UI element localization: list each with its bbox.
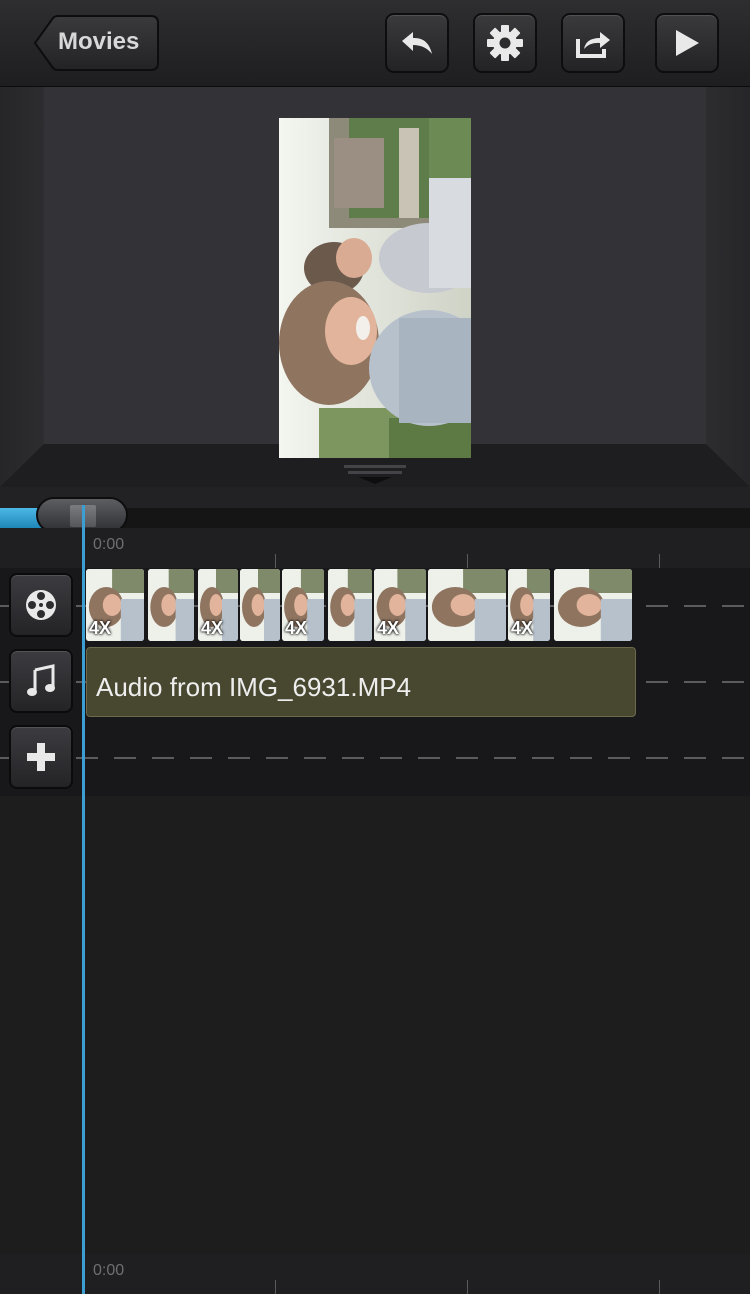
stage-right-wall: [706, 87, 750, 487]
preview-stage: [0, 87, 750, 487]
ruler-tick: [467, 1280, 468, 1294]
video-preview[interactable]: [279, 118, 471, 458]
video-clip[interactable]: 4X: [508, 569, 550, 641]
ruler-tick: [467, 554, 468, 568]
add-track-button[interactable]: [9, 725, 73, 789]
video-clip[interactable]: [240, 569, 280, 641]
video-clip[interactable]: 4X: [86, 569, 144, 641]
clip-thumbnail: [240, 569, 280, 641]
stage-left-wall: [0, 87, 44, 487]
drawer-handle-icon[interactable]: [344, 465, 406, 485]
clip-thumbnail: [328, 569, 372, 641]
add-track-row: [0, 720, 750, 797]
scrubber: [0, 487, 750, 533]
timeline-empty-area: [0, 796, 750, 1254]
video-track: 4X 4X 4X 4X 4X: [0, 568, 750, 645]
back-button-label: Movies: [58, 28, 140, 55]
speed-badge: 4X: [201, 618, 224, 638]
video-clip[interactable]: [148, 569, 194, 641]
undo-icon: [402, 32, 432, 54]
plus-icon: [27, 743, 55, 771]
gear-icon: [487, 25, 523, 61]
timeline-ruler-bottom: 0:00: [0, 1254, 750, 1294]
video-clip[interactable]: [554, 569, 632, 641]
video-clip[interactable]: 4X: [282, 569, 324, 641]
ruler-tick: [275, 554, 276, 568]
track-placeholder-line: [0, 757, 750, 759]
timeline-ruler: 0:00: [0, 528, 750, 569]
share-button[interactable]: [561, 13, 625, 73]
back-button[interactable]: Movies: [33, 15, 159, 71]
video-track-button[interactable]: [9, 573, 73, 637]
play-button[interactable]: [655, 13, 719, 73]
clip-thumbnail: [148, 569, 194, 641]
audio-track: Audio from IMG_6931.MP4: [0, 644, 750, 721]
ruler-start-time: 0:00: [93, 536, 125, 553]
ruler-tick: [659, 1280, 660, 1294]
playhead[interactable]: [82, 505, 85, 1294]
ruler-footer-time: 0:00: [93, 1262, 125, 1279]
undo-button[interactable]: [385, 13, 449, 73]
speed-badge: 4X: [377, 618, 400, 638]
clip-thumbnail: [428, 569, 506, 641]
video-frame-image: [279, 118, 471, 458]
audio-track-button[interactable]: [9, 649, 73, 713]
video-clip[interactable]: 4X: [198, 569, 238, 641]
speed-badge: 4X: [511, 618, 534, 638]
video-clip[interactable]: 4X: [374, 569, 426, 641]
music-note-icon: [27, 664, 55, 696]
ruler-tick: [275, 1280, 276, 1294]
video-clip[interactable]: [428, 569, 506, 641]
audio-clip[interactable]: Audio from IMG_6931.MP4: [86, 647, 636, 717]
video-clip[interactable]: [328, 569, 372, 641]
speed-badge: 4X: [285, 618, 308, 638]
film-reel-icon: [26, 590, 56, 620]
top-toolbar: Movies: [0, 0, 750, 87]
play-icon: [676, 30, 699, 56]
settings-button[interactable]: [473, 13, 537, 73]
speed-badge: 4X: [89, 618, 112, 638]
share-icon: [576, 32, 610, 58]
clip-thumbnail: [554, 569, 632, 641]
audio-clip-label: Audio from IMG_6931.MP4: [96, 672, 412, 702]
ruler-tick: [659, 554, 660, 568]
